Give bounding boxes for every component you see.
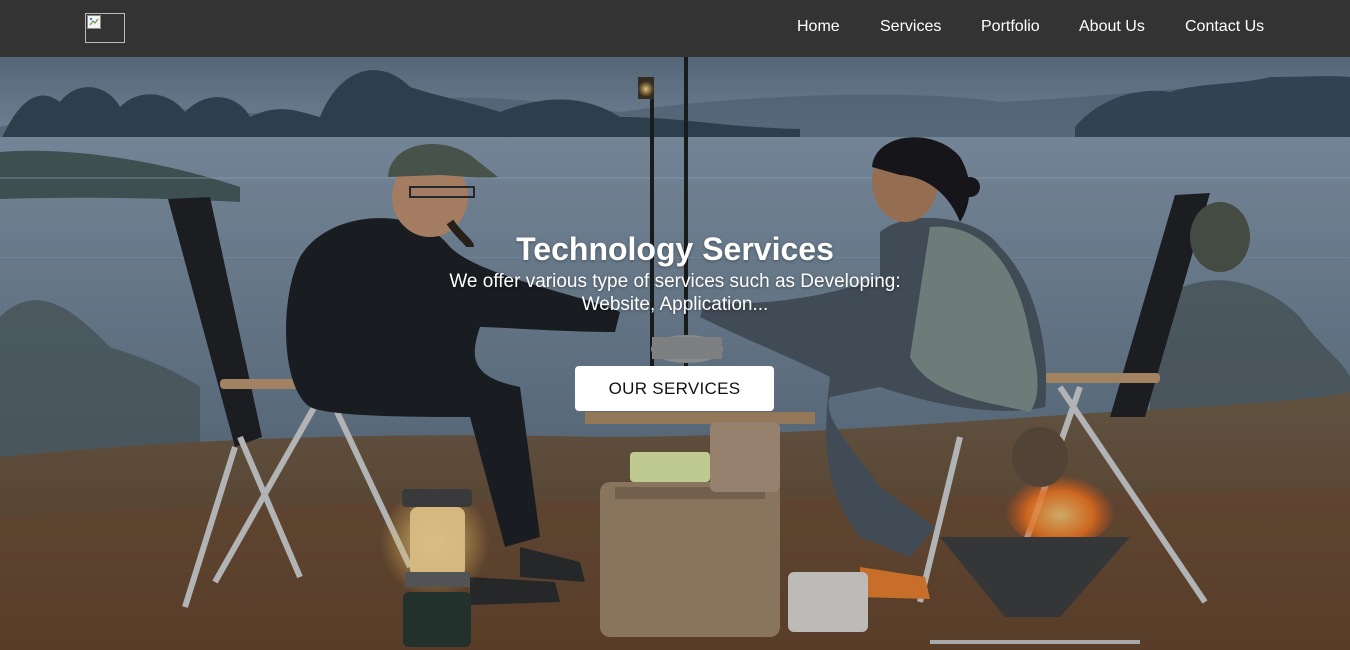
hero-section: Technology Services We offer various typ… [0, 57, 1350, 650]
our-services-button[interactable]: OUR SERVICES [575, 366, 774, 411]
hero-overlay [0, 57, 1350, 650]
broken-image-icon [87, 15, 101, 29]
nav-link-contact-us[interactable]: Contact Us [1185, 18, 1264, 36]
nav-link-about-us[interactable]: About Us [1079, 18, 1145, 36]
hero-title: Technology Services [516, 231, 834, 267]
nav-link-home[interactable]: Home [797, 18, 840, 36]
logo-image[interactable] [85, 13, 125, 43]
site-header: Home Services Portfolio About Us Contact… [0, 0, 1350, 57]
hero-subtitle: We offer various type of services such a… [449, 271, 901, 315]
nav-link-services[interactable]: Services [880, 18, 941, 36]
nav-link-portfolio[interactable]: Portfolio [981, 18, 1040, 36]
